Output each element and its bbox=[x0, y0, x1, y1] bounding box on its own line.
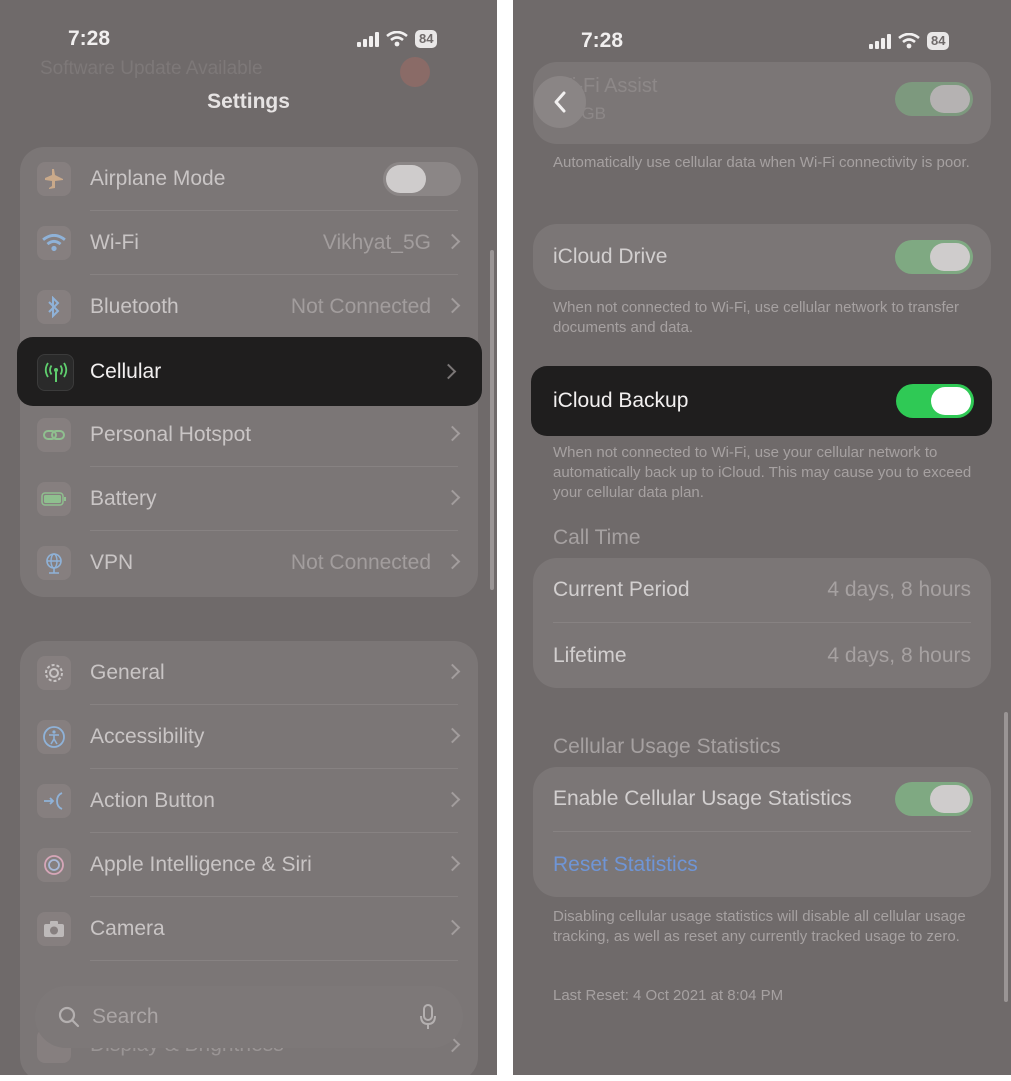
chevron-left-icon bbox=[554, 91, 566, 113]
personal-hotspot-label: Personal Hotspot bbox=[90, 423, 252, 446]
signal-icon bbox=[357, 31, 379, 47]
status-time: 7:28 bbox=[68, 27, 111, 50]
camera-icon bbox=[37, 912, 71, 946]
chevron-right-icon bbox=[444, 791, 461, 808]
wifi-assist-group: Wi-Fi Assist 1.3 GB bbox=[533, 62, 991, 144]
settings-row-camera[interactable]: Camera bbox=[20, 897, 478, 961]
settings-row-apple-intelligence-siri[interactable]: Apple Intelligence & Siri bbox=[20, 833, 478, 897]
chevron-right-icon bbox=[444, 663, 461, 680]
usage-statistics-caption: Disabling cellular usage statistics will… bbox=[553, 908, 966, 945]
search-bar[interactable]: Search bbox=[35, 986, 463, 1048]
gear-icon bbox=[37, 656, 71, 690]
chevron-right-icon bbox=[440, 363, 457, 380]
usage-statistics-header: Cellular Usage Statistics bbox=[553, 735, 781, 758]
enable-usage-statistics-toggle[interactable] bbox=[895, 782, 973, 816]
icloud-backup-caption: When not connected to Wi-Fi, use your ce… bbox=[553, 444, 972, 501]
enable-usage-statistics-label: Enable Cellular Usage Statistics bbox=[553, 787, 852, 810]
status-icons: 84 bbox=[357, 30, 438, 48]
settings-screen: 7:28 84 Software Update Available Settin… bbox=[0, 0, 497, 1075]
camera-label: Camera bbox=[90, 917, 165, 940]
action-button-icon bbox=[37, 784, 71, 818]
settings-row-accessibility[interactable]: Accessibility bbox=[20, 705, 478, 769]
current-period-label: Current Period bbox=[553, 578, 690, 601]
back-button[interactable] bbox=[534, 76, 586, 128]
settings-row-cellular[interactable]: Cellular bbox=[17, 337, 482, 406]
settings-row-personal-hotspot[interactable]: Personal Hotspot bbox=[20, 403, 478, 467]
chevron-right-icon bbox=[444, 489, 461, 506]
microphone-icon[interactable] bbox=[419, 1004, 437, 1030]
vpn-label: VPN bbox=[90, 551, 134, 574]
apple-intelligence-siri-label: Apple Intelligence & Siri bbox=[90, 853, 312, 876]
settings-row-vpn[interactable]: VPN Not Connected bbox=[20, 531, 478, 595]
icloud-backup-label: iCloud Backup bbox=[553, 389, 689, 412]
bluetooth-icon bbox=[37, 290, 71, 324]
action-button-label: Action Button bbox=[90, 789, 215, 812]
current-period-value: 4 days, 8 hours bbox=[827, 578, 971, 601]
airplane-mode-toggle[interactable] bbox=[383, 162, 461, 196]
search-icon bbox=[58, 1006, 80, 1028]
search-input[interactable]: Search bbox=[92, 986, 159, 1048]
chevron-right-icon bbox=[444, 855, 461, 872]
battery-level: 84 bbox=[927, 32, 950, 50]
settings-row-battery[interactable]: Battery bbox=[20, 467, 478, 531]
wifi-status-icon bbox=[386, 31, 408, 47]
lifetime-value: 4 days, 8 hours bbox=[827, 644, 971, 667]
general-label: General bbox=[90, 661, 165, 684]
signal-icon bbox=[869, 33, 891, 49]
lifetime-label: Lifetime bbox=[553, 644, 627, 667]
battery-icon bbox=[37, 482, 71, 516]
battery-level: 84 bbox=[415, 30, 438, 48]
icloud-backup-toggle[interactable] bbox=[896, 384, 974, 418]
update-banner[interactable]: Software Update Available bbox=[40, 58, 263, 80]
settings-row-airplane-mode: Airplane Mode bbox=[20, 147, 478, 211]
settings-row-wifi[interactable]: Wi-Fi Vikhyat_5G bbox=[20, 211, 478, 275]
scroll-indicator bbox=[1004, 712, 1008, 1002]
wifi-icon bbox=[37, 226, 71, 260]
wifi-value: Vikhyat_5G bbox=[322, 231, 431, 254]
icloud-drive-caption: When not connected to Wi-Fi, use cellula… bbox=[553, 299, 960, 336]
reset-statistics-link[interactable]: Reset Statistics bbox=[553, 833, 698, 897]
cellular-screen: 7:28 84 Wi-Fi Assist 1.3 GB Automaticall… bbox=[513, 0, 1011, 1075]
last-reset-text: Last Reset: 4 Oct 2021 at 8:04 PM bbox=[553, 987, 784, 1004]
call-time-group: Current Period 4 days, 8 hours Lifetime … bbox=[533, 558, 991, 688]
chevron-right-icon bbox=[444, 425, 461, 442]
bluetooth-label: Bluetooth bbox=[90, 295, 179, 318]
wifi-status-icon bbox=[898, 33, 920, 49]
wifi-assist-toggle[interactable] bbox=[895, 82, 973, 116]
usage-statistics-group: Enable Cellular Usage Statistics Reset S… bbox=[533, 767, 991, 897]
status-time: 7:28 bbox=[581, 29, 624, 52]
vpn-value: Not Connected bbox=[290, 551, 431, 574]
accessibility-icon bbox=[37, 720, 71, 754]
vpn-globe-icon bbox=[37, 546, 71, 580]
wifi-label: Wi-Fi bbox=[90, 231, 139, 254]
icloud-drive-label: iCloud Drive bbox=[553, 245, 668, 268]
icloud-drive-group: iCloud Drive bbox=[533, 224, 991, 290]
accessibility-label: Accessibility bbox=[90, 725, 205, 748]
cellular-label: Cellular bbox=[90, 360, 162, 383]
page-title: Settings bbox=[207, 90, 290, 113]
chevron-right-icon bbox=[444, 727, 461, 744]
cellular-antenna-icon bbox=[37, 354, 74, 391]
siri-icon bbox=[37, 848, 71, 882]
airplane-mode-label: Airplane Mode bbox=[90, 167, 226, 190]
bluetooth-value: Not Connected bbox=[290, 295, 431, 318]
settings-row-general[interactable]: General bbox=[20, 641, 478, 705]
status-icons: 84 bbox=[869, 32, 950, 50]
battery-label: Battery bbox=[90, 487, 157, 510]
settings-row-bluetooth[interactable]: Bluetooth Not Connected bbox=[20, 275, 478, 339]
wifi-assist-caption: Automatically use cellular data when Wi-… bbox=[553, 154, 970, 171]
airplane-icon bbox=[37, 162, 71, 196]
icloud-drive-toggle[interactable] bbox=[895, 240, 973, 274]
icloud-backup-row: iCloud Backup bbox=[531, 366, 992, 436]
chevron-right-icon bbox=[444, 919, 461, 936]
chevron-right-icon bbox=[444, 553, 461, 570]
update-badge bbox=[400, 57, 430, 87]
chevron-right-icon bbox=[444, 233, 461, 250]
chevron-right-icon bbox=[444, 297, 461, 314]
scroll-indicator bbox=[490, 250, 494, 590]
hotspot-link-icon bbox=[37, 418, 71, 452]
settings-row-action-button[interactable]: Action Button bbox=[20, 769, 478, 833]
call-time-header: Call Time bbox=[553, 526, 641, 549]
